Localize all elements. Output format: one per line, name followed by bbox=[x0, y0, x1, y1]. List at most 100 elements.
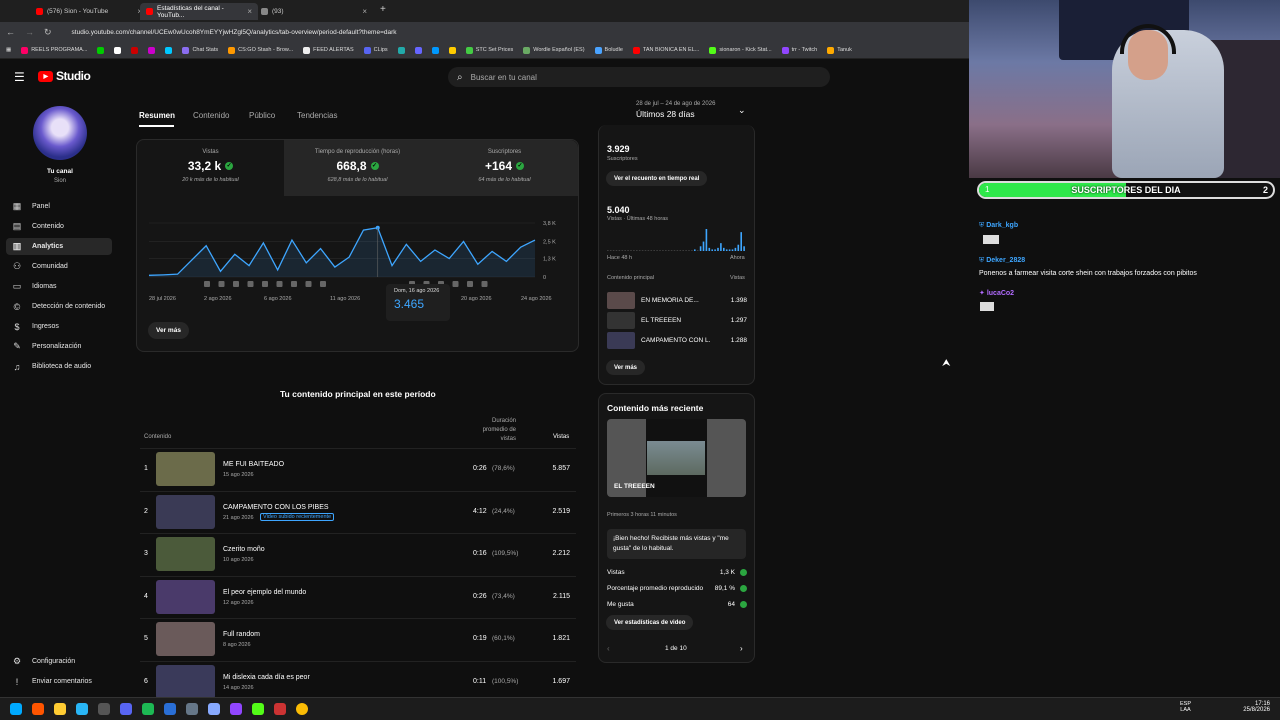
bookmark[interactable] bbox=[414, 46, 422, 54]
sidebar-item-content-detection[interactable]: © Detección de contenido bbox=[6, 298, 112, 315]
realtime-bar[interactable] bbox=[636, 250, 638, 251]
realtime-bar[interactable] bbox=[728, 249, 731, 251]
video-title[interactable]: El peor ejemplo del mundo bbox=[223, 589, 306, 596]
tab-content[interactable]: Contenido bbox=[193, 111, 229, 120]
realtime-bar[interactable] bbox=[627, 250, 629, 251]
video-thumbnail[interactable] bbox=[156, 537, 215, 571]
new-tab-button[interactable]: + bbox=[380, 4, 386, 15]
realtime-bar[interactable] bbox=[609, 250, 612, 251]
hamburger-menu-icon[interactable]: ☰ bbox=[14, 70, 25, 84]
reload-icon[interactable]: ↻ bbox=[44, 27, 52, 38]
video-analytics-button[interactable]: Ver estadísticas de video bbox=[606, 615, 694, 630]
video-marker[interactable] bbox=[218, 281, 225, 287]
realtime-content-row[interactable]: EL TREEEEN 1.297 bbox=[607, 312, 747, 329]
realtime-bar[interactable] bbox=[696, 250, 699, 251]
app-icon[interactable] bbox=[274, 703, 286, 715]
bookmark[interactable] bbox=[431, 46, 439, 54]
realtime-bar[interactable] bbox=[621, 250, 624, 251]
bookmark[interactable] bbox=[97, 46, 105, 54]
video-title[interactable]: Mi dislexia cada día es peor bbox=[223, 674, 310, 681]
discord-icon[interactable] bbox=[120, 703, 132, 715]
url-field[interactable]: studio.youtube.com/channel/UCEw0wUcoh8Ym… bbox=[72, 29, 397, 36]
system-clock[interactable]: 17:16 25/8/2026 bbox=[1243, 701, 1270, 713]
realtime-bar[interactable] bbox=[731, 249, 734, 251]
apps-icon[interactable]: ▦ bbox=[6, 47, 11, 53]
realtime-bar[interactable] bbox=[699, 246, 702, 251]
bookmark[interactable]: STC Set Prices bbox=[465, 46, 513, 54]
telegram-icon[interactable] bbox=[76, 703, 88, 715]
realtime-content-row[interactable]: EN MEMORIA DE... 1.398 bbox=[607, 292, 747, 309]
bookmark[interactable] bbox=[114, 46, 122, 54]
realtime-bar[interactable] bbox=[688, 250, 690, 251]
file-explorer-icon[interactable] bbox=[54, 703, 66, 715]
app-icon[interactable] bbox=[186, 703, 198, 715]
realtime-bar[interactable] bbox=[740, 232, 742, 251]
bookmark[interactable]: Chat Stats bbox=[182, 46, 218, 54]
bookmark[interactable]: REELS PROGRAMA... bbox=[21, 46, 87, 54]
browser-tab[interactable]: (576) Sion - YouTube× bbox=[30, 3, 148, 20]
realtime-bar[interactable] bbox=[618, 250, 621, 251]
twitch-icon[interactable] bbox=[230, 703, 242, 715]
sidebar-item-earn[interactable]: $ Ingresos bbox=[6, 318, 112, 335]
realtime-bar[interactable] bbox=[647, 250, 650, 251]
tab-trends[interactable]: Tendencias bbox=[297, 111, 337, 120]
close-icon[interactable]: × bbox=[247, 7, 252, 16]
realtime-bar[interactable] bbox=[659, 250, 661, 251]
video-thumbnail[interactable] bbox=[156, 579, 215, 614]
sidebar-item-panel[interactable]: ▦ Panel bbox=[6, 198, 112, 215]
search-input[interactable]: ⌕ Buscar en tu canal bbox=[448, 67, 830, 87]
bookmark[interactable] bbox=[148, 46, 156, 54]
table-row[interactable]: 3 Czerito moño 10 ago 2026 0:16 (109,5%) 2.21… bbox=[140, 533, 576, 575]
video-marker[interactable] bbox=[262, 281, 268, 287]
video-title[interactable]: Full random bbox=[223, 631, 260, 638]
bookmark[interactable] bbox=[165, 46, 173, 54]
video-title[interactable]: ME FUI BAITEADO bbox=[223, 461, 284, 468]
video-thumbnail[interactable] bbox=[156, 664, 215, 699]
realtime-bar[interactable] bbox=[607, 250, 609, 251]
realtime-bar[interactable] bbox=[691, 250, 693, 251]
video-marker[interactable] bbox=[305, 281, 312, 287]
realtime-bar[interactable] bbox=[682, 250, 684, 251]
realtime-see-more-button[interactable]: Ver más bbox=[606, 360, 646, 375]
bookmark[interactable]: TAN BIONICA EN EL... bbox=[632, 46, 699, 54]
realtime-bar[interactable] bbox=[720, 243, 722, 251]
metric-views[interactable]: Vistas 33,2 k ✓ 20 k más de lo habitual bbox=[137, 140, 284, 196]
video-marker[interactable] bbox=[320, 281, 326, 287]
realtime-bar[interactable] bbox=[725, 249, 728, 251]
bookmark[interactable]: CLips bbox=[363, 46, 388, 54]
sidebar-item-customization[interactable]: ✎ Personalización bbox=[6, 338, 112, 355]
video-title[interactable]: CAMPAMENTO CON LOS PIBES bbox=[223, 504, 329, 511]
bookmark[interactable]: trr - Twitch bbox=[781, 46, 817, 54]
bookmark[interactable]: Boludle bbox=[594, 46, 623, 54]
video-thumbnail[interactable] bbox=[156, 452, 215, 486]
obs-icon[interactable] bbox=[98, 703, 110, 715]
windows-start-icon[interactable] bbox=[10, 703, 22, 715]
realtime-bar[interactable] bbox=[641, 250, 644, 251]
realtime-bar[interactable] bbox=[676, 250, 679, 251]
brave-icon[interactable] bbox=[32, 703, 44, 715]
table-row[interactable]: 5 Full random 8 ago 2026 0:19 (60,1%) 1.821 bbox=[140, 618, 576, 660]
sidebar-item-settings[interactable]: ⚙ Configuración bbox=[6, 653, 112, 670]
realtime-bar[interactable] bbox=[650, 250, 653, 251]
bookmark[interactable] bbox=[448, 46, 456, 54]
table-row[interactable]: 2 CAMPAMENTO CON LOS PIBES 21 ago 2026 Vide… bbox=[140, 490, 576, 533]
recent-video-thumbnail[interactable]: EL TREEEEN bbox=[607, 419, 746, 497]
realtime-bar[interactable] bbox=[679, 250, 682, 251]
realtime-bar[interactable] bbox=[734, 247, 737, 251]
realtime-bar[interactable] bbox=[673, 250, 676, 251]
sidebar-item-analytics[interactable]: ▥ Analytics bbox=[6, 238, 112, 255]
realtime-bar[interactable] bbox=[714, 249, 716, 251]
realtime-bar[interactable] bbox=[665, 250, 667, 251]
views-line-chart[interactable]: 3,8 K 2,5 K 1,3 K 0 28 jul 2026 2 ago 2026 6 a… bbox=[137, 210, 580, 330]
table-row[interactable]: 1 ME FUI BAITEADO 15 ago 2026 0:26 (78,6%) 5.… bbox=[140, 448, 576, 490]
channel-avatar[interactable] bbox=[33, 106, 87, 160]
realtime-bar-chart[interactable] bbox=[607, 228, 747, 252]
bookmark[interactable] bbox=[397, 46, 405, 54]
realtime-bar[interactable] bbox=[694, 249, 696, 251]
video-marker[interactable] bbox=[204, 281, 210, 287]
bookmark[interactable] bbox=[131, 46, 139, 54]
video-marker[interactable] bbox=[276, 281, 283, 287]
video-marker[interactable] bbox=[291, 281, 297, 287]
realtime-bar[interactable] bbox=[630, 250, 632, 251]
realtime-bar[interactable] bbox=[702, 241, 705, 251]
